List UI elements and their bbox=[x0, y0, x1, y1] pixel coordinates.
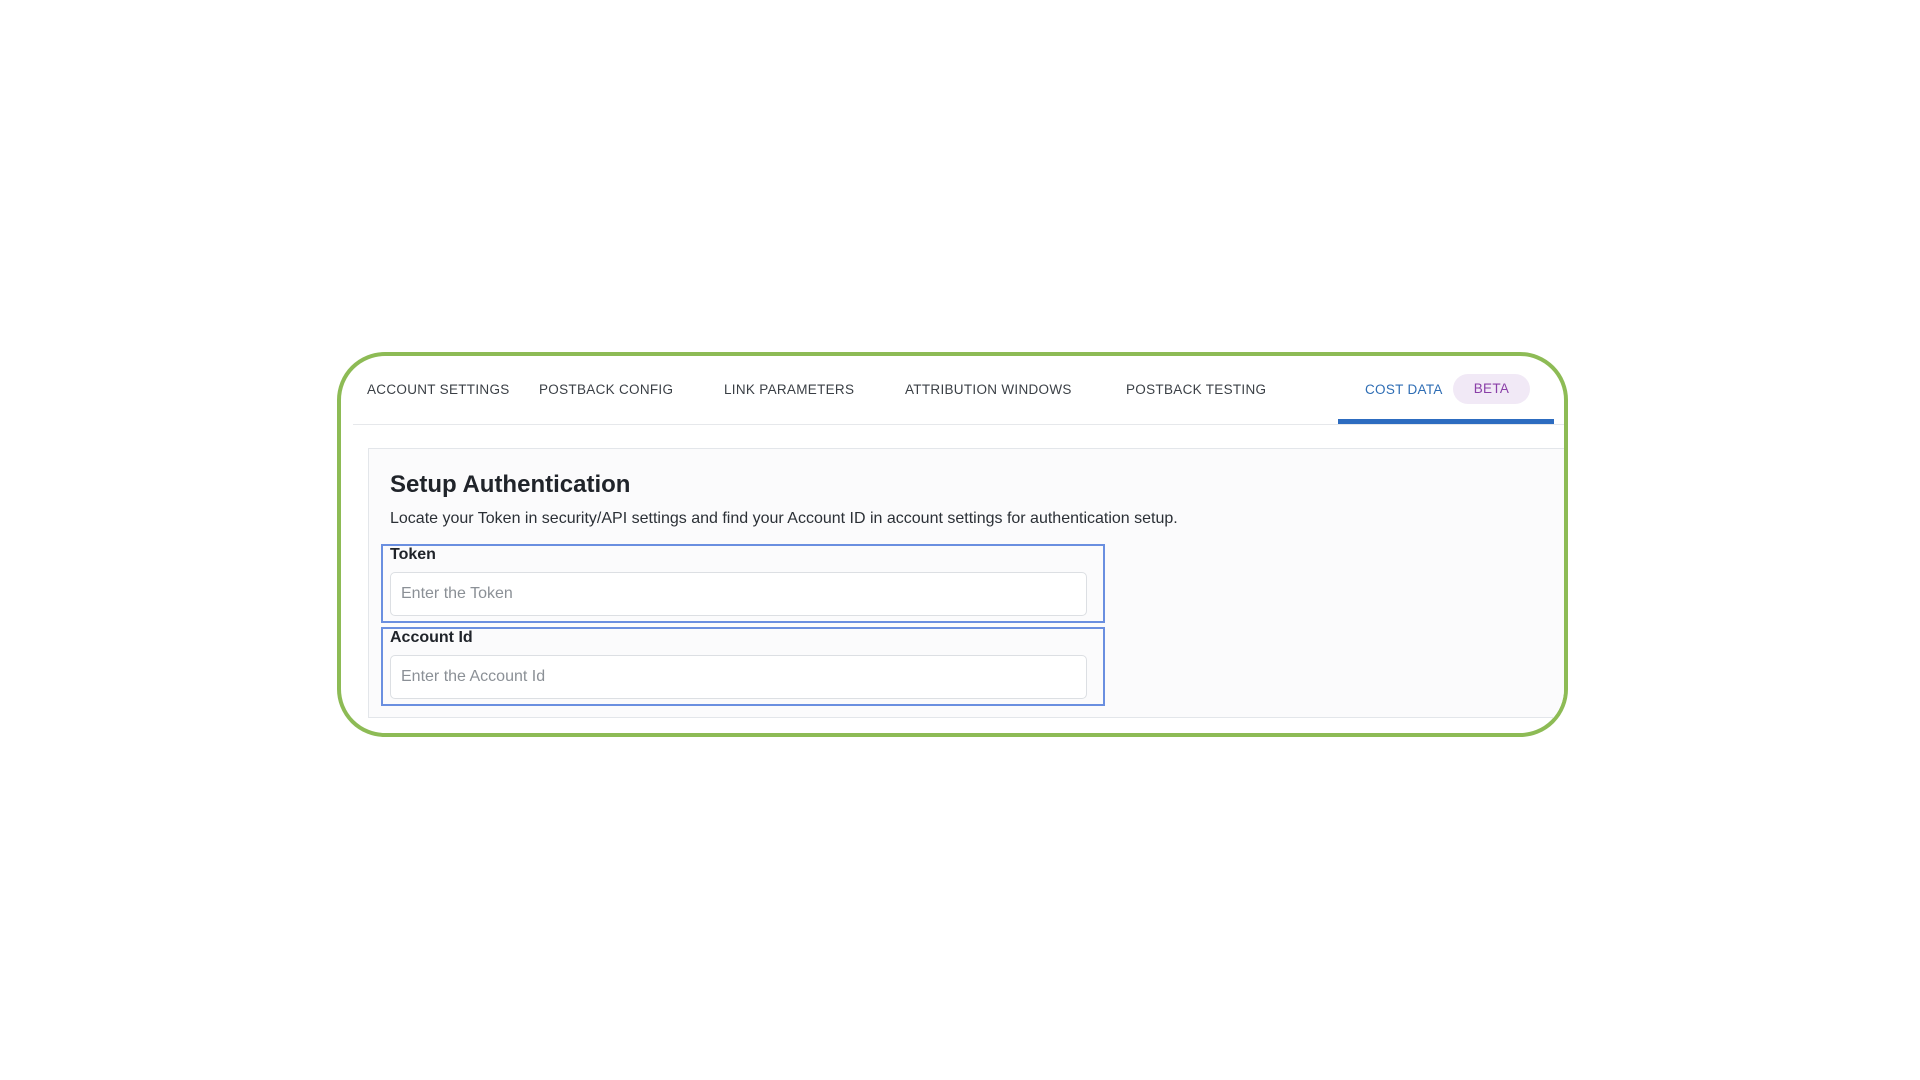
account-id-field-group: Account Id bbox=[381, 627, 1105, 706]
tab-cost-data[interactable]: COST DATA BETA bbox=[1365, 356, 1531, 424]
tab-postback-testing[interactable]: POSTBACK TESTING bbox=[1126, 356, 1266, 424]
active-tab-indicator bbox=[1338, 419, 1554, 424]
settings-panel-frame: ACCOUNT SETTINGS POSTBACK CONFIG LINK PA… bbox=[337, 352, 1568, 737]
tab-postback-config[interactable]: POSTBACK CONFIG bbox=[539, 356, 673, 424]
token-input[interactable] bbox=[390, 572, 1087, 616]
beta-badge: BETA bbox=[1452, 373, 1531, 404]
tab-account-settings[interactable]: ACCOUNT SETTINGS bbox=[367, 356, 510, 424]
tab-bar: ACCOUNT SETTINGS POSTBACK CONFIG LINK PA… bbox=[353, 356, 1564, 425]
token-label: Token bbox=[390, 546, 436, 563]
tab-label: POSTBACK CONFIG bbox=[539, 382, 674, 397]
tab-label: POSTBACK TESTING bbox=[1126, 382, 1267, 397]
token-field-group: Token bbox=[381, 544, 1105, 623]
account-id-label: Account Id bbox=[390, 629, 473, 646]
setup-authentication-card: Setup Authentication Locate your Token i… bbox=[368, 448, 1564, 718]
tab-label: LINK PARAMETERS bbox=[724, 382, 855, 397]
account-id-input[interactable] bbox=[390, 655, 1087, 699]
tab-link-parameters[interactable]: LINK PARAMETERS bbox=[724, 356, 854, 424]
tab-label: ACCOUNT SETTINGS bbox=[367, 382, 510, 397]
tab-attribution-windows[interactable]: ATTRIBUTION WINDOWS bbox=[905, 356, 1072, 424]
section-description: Locate your Token in security/API settin… bbox=[390, 510, 1178, 527]
tab-label: ATTRIBUTION WINDOWS bbox=[905, 382, 1072, 397]
section-title: Setup Authentication bbox=[390, 471, 631, 498]
tab-label: COST DATA bbox=[1365, 382, 1443, 397]
